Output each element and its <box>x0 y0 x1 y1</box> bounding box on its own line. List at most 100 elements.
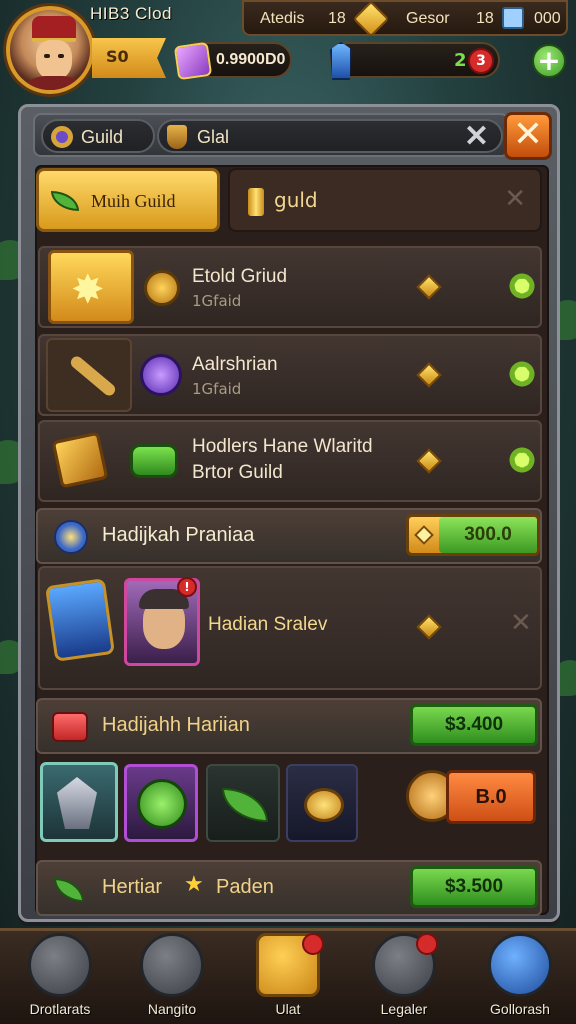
panel-header: Guild Glal ✕ <box>33 113 509 157</box>
gold-gem-icon <box>352 0 390 38</box>
avatar-eye <box>58 54 64 58</box>
tab-guild-search-label: guld <box>274 188 318 212</box>
close-icon[interactable]: ✕ <box>504 184 526 214</box>
avatar-hat <box>32 16 76 42</box>
star-badge-icon <box>54 520 88 554</box>
buy-button[interactable]: $3.400 <box>410 704 538 746</box>
nav-item-drotlarats[interactable]: Drotlarats <box>10 931 110 1024</box>
nav-label: Legaler <box>380 1001 428 1017</box>
notification-badge <box>416 933 438 955</box>
house-icon <box>28 933 92 997</box>
level-badge-text: S0 <box>106 47 129 66</box>
item-slot[interactable] <box>124 764 198 842</box>
nav-label: Gollorash <box>490 1001 550 1017</box>
stat-c-value: 000 <box>534 10 561 27</box>
settings-icon[interactable] <box>508 446 536 474</box>
bottom-navigation: Drotlarats Nangito Ulat Legaler Golloras… <box>0 928 576 1024</box>
row-subtitle: 1Gfaid <box>192 292 242 310</box>
gold-diamond-icon <box>416 362 442 388</box>
crystal-shard-icon <box>57 777 97 829</box>
gold-armor-icon <box>51 431 109 489</box>
nav-item-nangito[interactable]: Nangito <box>122 931 222 1024</box>
green-chest-icon <box>130 444 178 478</box>
tab-guild-label: Guild <box>81 127 124 147</box>
stat-a-value: 18 <box>328 10 346 27</box>
clear-icon[interactable]: ✕ <box>464 119 489 154</box>
list-item[interactable]: Aalrshrian 1Gfaid <box>38 334 542 416</box>
member-name: Hadian Sralev <box>208 614 328 635</box>
section-title: Hadijkah Praniaa <box>102 524 255 546</box>
leaf-icon <box>222 788 268 822</box>
cube-amount: 0.9900D0 <box>216 51 286 68</box>
item-slot[interactable] <box>206 764 280 842</box>
avatar-eye <box>44 54 50 58</box>
section-title: Hadijahh Hariian <box>102 714 250 736</box>
stat-b-value: 18 <box>476 10 494 27</box>
row-title: Hodlers Hane Wlaritd <box>192 436 373 457</box>
player-avatar[interactable] <box>6 6 94 94</box>
close-button[interactable]: ✕ <box>504 112 552 160</box>
tab-search[interactable]: Glal ✕ <box>157 119 503 153</box>
screen-icon <box>502 7 524 29</box>
list-item[interactable]: Hodlers Hane Wlaritd Brtor Guild <box>38 420 542 502</box>
guild-tab-row: Muih Guild guld ✕ <box>36 168 542 234</box>
scroll-icon <box>248 188 264 216</box>
tab-my-guild-label: Muih Guild <box>91 191 176 211</box>
tab-my-guild[interactable]: Muih Guild <box>36 168 220 232</box>
crystal-count: 2 <box>454 50 467 71</box>
value-pill-fill: 300.0 <box>439 517 537 553</box>
section-header: Hertiar ★ Paden $3.500 <box>36 860 542 916</box>
avatar-face <box>36 40 72 80</box>
sword-shield-icon <box>45 578 115 662</box>
coin-icon <box>144 270 180 306</box>
row-subtitle: 1Gfaid <box>192 380 242 398</box>
settings-icon[interactable] <box>508 272 536 300</box>
list-item[interactable]: ✸ Etold Griud 1Gfaid <box>38 246 542 328</box>
member-portrait[interactable]: ! <box>124 577 200 666</box>
nav-item-legaler[interactable]: Legaler <box>354 931 454 1024</box>
gold-diamond-icon <box>416 448 442 474</box>
tab-guild-search[interactable]: guld ✕ <box>228 168 542 232</box>
settings-icon[interactable] <box>508 360 536 388</box>
cost-button[interactable]: B.0 <box>446 770 536 824</box>
value-pill[interactable]: 300.0 <box>406 514 540 556</box>
gold-diamond-icon <box>414 525 434 545</box>
star-icon: ★ <box>184 872 204 897</box>
member-row[interactable]: ! Hadian Sralev ✕ <box>38 566 542 690</box>
star-glyph: ✸ <box>71 267 105 313</box>
avatar-coat <box>16 76 90 90</box>
tab-search-label: Glal <box>197 127 230 147</box>
stat-b-label: Gesor <box>406 10 450 27</box>
top-hud: HIB3 Clod S0 Atedis 18 Gesor 18 000 0.99… <box>0 0 576 100</box>
alert-badge: ! <box>177 577 197 597</box>
gold-coins-icon <box>304 788 344 822</box>
nav-label: Ulat <box>275 1001 301 1017</box>
stat-strip: Atedis 18 Gesor 18 000 <box>242 0 568 38</box>
nav-item-gollorash[interactable]: Gollorash <box>470 931 570 1024</box>
section-header: Hadijkah Praniaa 300.0 <box>36 508 542 564</box>
item-slot[interactable] <box>40 762 118 842</box>
section-title-2: Paden <box>216 876 274 898</box>
buy-button[interactable]: $3.500 <box>410 866 538 908</box>
gold-diamond-icon <box>416 614 442 640</box>
row-title: Aalrshrian <box>192 354 278 375</box>
bone-glyph <box>68 354 118 398</box>
level-badge: S0 <box>92 38 166 78</box>
nav-label: Drotlarats <box>29 1001 91 1017</box>
nav-label: Nangito <box>147 1001 197 1017</box>
row-subtitle: Brtor Guild <box>192 462 283 483</box>
gift-icon <box>52 712 88 742</box>
add-currency-button[interactable]: + <box>532 44 566 78</box>
player-name: HIB3 Clod <box>90 4 172 23</box>
section-title: Hertiar <box>102 876 163 898</box>
clover-icon <box>54 878 84 902</box>
notification-badge: 3 <box>468 48 494 74</box>
close-icon[interactable]: ✕ <box>510 608 532 638</box>
nav-item-ulat[interactable]: Ulat <box>238 931 338 1024</box>
magic-orb-icon <box>140 354 182 396</box>
item-slot[interactable] <box>286 764 358 842</box>
gold-diamond-icon <box>416 274 442 300</box>
tab-guild[interactable]: Guild <box>41 119 155 153</box>
row-title: Etold Griud <box>192 266 288 287</box>
crystal-icon <box>330 42 352 80</box>
